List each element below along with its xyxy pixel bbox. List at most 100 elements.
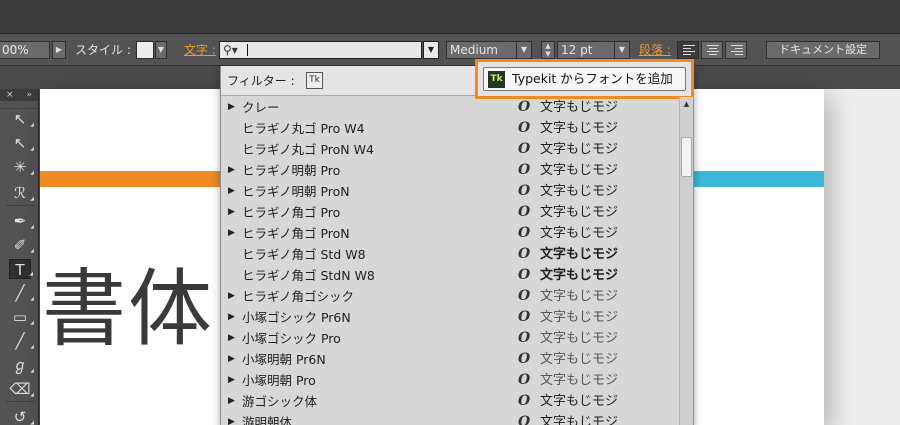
font-size-stepper[interactable]: ▲ ▼ [541, 41, 555, 59]
align-right-button[interactable] [725, 41, 747, 59]
font-list-item[interactable]: ▶ ヒラギノ明朝 Pro O 文字もじモジ [221, 160, 679, 181]
opacity-field[interactable]: 00% [0, 41, 50, 59]
expand-triangle-icon[interactable]: ▶ [228, 286, 235, 307]
lasso-tool-icon[interactable]: ℛ ◢ [9, 183, 34, 203]
font-sample-text: 文字もじモジ [540, 184, 619, 199]
filter-label: フィルター : [227, 74, 295, 88]
eraser-tool-icon[interactable]: ⌫ ◢ [9, 379, 34, 399]
expand-triangle-icon[interactable]: ▶ [228, 412, 235, 425]
opentype-icon: O [518, 183, 531, 199]
tool-glyph: ╱ [15, 284, 25, 302]
opacity-dropdown-arrow-icon[interactable]: ▶ [52, 41, 66, 59]
font-list-item[interactable]: ▶ 游明朝体 O 文字もじモジ [221, 412, 679, 425]
font-style-value: Medium [450, 43, 498, 57]
tool-flyout-indicator-icon: ◢ [30, 344, 34, 350]
font-list-item[interactable]: ▶ ヒラギノ角ゴシック O 文字もじモジ [221, 286, 679, 307]
font-list-item[interactable]: ▶ 小塚明朝 Pr6N O 文字もじモジ [221, 349, 679, 370]
font-sample-text: 文字もじモジ [540, 310, 619, 325]
font-sample-text: 文字もじモジ [540, 121, 619, 136]
control-bar: 00% ▶ スタイル : ▼ 文字 : ⚲▾ ▼ Medium ▼ ▲ ▼ 12 … [0, 34, 900, 66]
type-tool-icon[interactable]: T ◢ [9, 259, 33, 279]
tool-glyph: T [15, 261, 25, 279]
paragraph-panel-link[interactable]: 段落 : [639, 42, 671, 58]
tool-flyout-indicator-icon: ◢ [30, 146, 34, 152]
pen-tool-icon[interactable]: ✒ ◢ [9, 211, 34, 231]
style-dropdown-arrow-icon[interactable]: ▼ [155, 41, 167, 59]
magic-wand-tool-icon[interactable]: ✳ ◢ [9, 157, 34, 177]
align-left-button[interactable] [677, 41, 699, 59]
expand-triangle-icon[interactable]: ▶ [228, 97, 235, 118]
selection-tool-icon[interactable]: ↖ ◢ [9, 109, 34, 129]
tool-flyout-indicator-icon: ◢ [30, 296, 34, 302]
expand-triangle-icon[interactable]: ▶ [228, 181, 235, 202]
tool-flyout-indicator-icon: ◢ [30, 248, 34, 254]
graphic-style-swatch[interactable] [136, 41, 154, 59]
font-list-item[interactable]: ▶ ヒラギノ角ゴ Pro O 文字もじモジ [221, 202, 679, 223]
curvature-tool-icon[interactable]: ✐ ◢ [9, 235, 34, 255]
scrollbar-thumb[interactable] [681, 137, 692, 177]
font-sample-text: 文字もじモジ [540, 331, 619, 346]
expand-triangle-icon[interactable]: ▶ [228, 307, 235, 328]
paintbrush-tool-icon[interactable]: ╱ ◢ [9, 331, 34, 351]
font-family-search-input[interactable]: ⚲▾ [219, 41, 422, 59]
font-list-item[interactable]: ▶ ヒラギノ明朝 ProN O 文字もじモジ [221, 181, 679, 202]
font-sample-text: 文字もじモジ [540, 205, 619, 220]
tool-separator [6, 401, 34, 402]
expand-triangle-icon[interactable]: ▶ [228, 202, 235, 223]
font-name: 游ゴシック体 [242, 394, 318, 409]
font-list-item[interactable]: ▶ 小塚明朝 Pro O 文字もじモジ [221, 370, 679, 391]
align-center-button[interactable] [701, 41, 723, 59]
font-sample-text: 文字もじモジ [540, 247, 619, 262]
font-list-item[interactable]: ▶ クレー O 文字もじモジ [221, 97, 679, 118]
font-sample-text: 文字もじモジ [540, 415, 619, 425]
collapse-icon[interactable]: » [26, 89, 32, 101]
font-list-scrollbar[interactable]: ▲ [679, 97, 693, 425]
font-list-item[interactable]: ▶ ヒラギノ角ゴ ProN O 文字もじモジ [221, 223, 679, 244]
tool-glyph: ↺ [13, 408, 27, 425]
font-size-dropdown-arrow-icon[interactable]: ▼ [614, 41, 630, 59]
add-fonts-from-typekit-button[interactable]: Tk Typekit からフォントを追加 [483, 67, 686, 91]
expand-triangle-icon[interactable]: ▶ [228, 370, 235, 391]
expand-triangle-icon[interactable]: ▶ [228, 349, 235, 370]
artboard-sample-text[interactable]: 書体 [42, 267, 214, 351]
font-list-item[interactable]: ヒラギノ角ゴ Std W8 O 文字もじモジ [221, 244, 679, 265]
blob-brush-tool-icon[interactable]: ℊ ◢ [9, 355, 34, 375]
font-name: 小塚ゴシック Pro [242, 331, 341, 346]
font-list-item[interactable]: ▶ 小塚ゴシック Pro O 文字もじモジ [221, 328, 679, 349]
tool-glyph: ℛ [14, 184, 26, 202]
close-icon[interactable]: × [6, 89, 14, 101]
application-title-bar [0, 0, 900, 34]
panel-grip[interactable] [0, 101, 38, 109]
direct-selection-tool-icon[interactable]: ↖ ◢ [9, 133, 34, 153]
tool-flyout-indicator-icon: ◢ [30, 224, 34, 230]
tool-glyph: ✒ [13, 212, 27, 230]
chevron-down-icon[interactable]: ▼ [516, 41, 532, 59]
expand-triangle-icon[interactable]: ▶ [228, 160, 235, 181]
font-list-item[interactable]: ヒラギノ丸ゴ Pro W4 O 文字もじモジ [221, 118, 679, 139]
font-list-item[interactable]: ▶ 游ゴシック体 O 文字もじモジ [221, 391, 679, 412]
character-panel-link[interactable]: 文字 : [184, 42, 216, 58]
font-filter-bar: フィルター : Tk Tk Typekit からフォントを追加 [221, 59, 694, 99]
rotate-tool-icon[interactable]: ↺ ◢ [9, 407, 34, 425]
font-family-dropdown-arrow-icon[interactable]: ▼ [423, 41, 439, 59]
document-setup-button[interactable]: ドキュメント設定 [766, 41, 880, 59]
font-list-item[interactable]: ヒラギノ丸ゴ ProN W4 O 文字もじモジ [221, 139, 679, 160]
font-list-item[interactable]: ヒラギノ角ゴ StdN W8 O 文字もじモジ [221, 265, 679, 286]
font-style-select[interactable]: Medium ▼ [446, 41, 532, 59]
opentype-icon: O [518, 141, 531, 157]
typekit-button-label: Typekit からフォントを追加 [512, 71, 673, 86]
font-list[interactable]: ▶ クレー O 文字もじモジ ヒラギノ丸ゴ Pro W4 O 文字もじモジ ヒラギノ丸ゴ Pr… [221, 97, 679, 425]
font-name: 小塚ゴシック Pr6N [242, 310, 351, 325]
font-size-field[interactable]: 12 pt [557, 41, 615, 59]
font-name: ヒラギノ角ゴシック [242, 289, 355, 304]
expand-triangle-icon[interactable]: ▶ [228, 223, 235, 244]
expand-triangle-icon[interactable]: ▶ [228, 391, 235, 412]
scroll-up-arrow-icon[interactable]: ▲ [680, 99, 693, 109]
typekit-filter-icon[interactable]: Tk [306, 72, 323, 89]
line-tool-icon[interactable]: ╱ ◢ [9, 283, 34, 303]
expand-triangle-icon[interactable]: ▶ [228, 328, 235, 349]
opentype-icon: O [518, 288, 531, 304]
font-list-item[interactable]: ▶ 小塚ゴシック Pr6N O 文字もじモジ [221, 307, 679, 328]
font-name: ヒラギノ丸ゴ Pro W4 [242, 121, 365, 136]
rectangle-tool-icon[interactable]: ▭ ◢ [9, 307, 34, 327]
